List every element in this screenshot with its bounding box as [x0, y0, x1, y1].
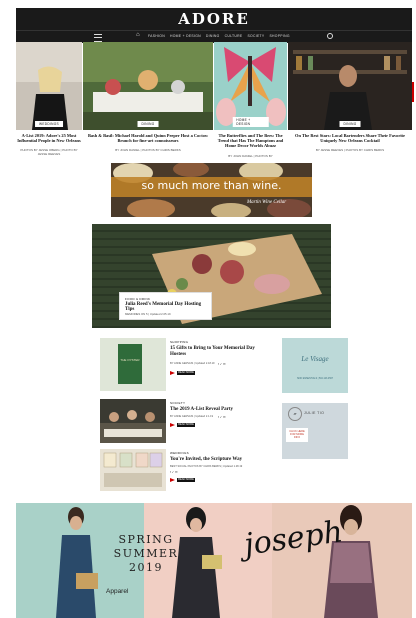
nav-item-fashion[interactable]: FASHION	[148, 34, 165, 38]
article-byline: BEST SOCIAL PHOTOS BY CHRIS BERKS | Upda…	[170, 465, 243, 468]
spring-summer-ad-banner[interactable]: SPRING SUMMER 2019 Apparel joseph	[16, 503, 412, 618]
hero-byline: BY JOHN DANIEL | PHOTOS BY CHRIS BERKS	[115, 148, 181, 152]
article-item[interactable]: THE OYSTER SHOPPING 15 Gifts to Bring to…	[100, 338, 270, 394]
banner-apparel: Apparel	[106, 588, 129, 595]
nav-item-home-design[interactable]: HOME + DESIGN	[170, 34, 201, 38]
banner-line: SUMMER	[113, 547, 179, 560]
article-byline: BY ANNE GERVAIS | Updated 2.18.19	[170, 362, 215, 365]
hero-story-image[interactable]: DINING	[83, 42, 213, 130]
article-byline: BY ANNE GERVAIS | Updated 2.1.19	[170, 415, 214, 418]
hero-title[interactable]: A-List 2019: Adore's 25 Most Influential…	[16, 133, 82, 143]
hero-stories: WEDDINGS DINING HOME + DESIGN DINING A-L…	[16, 42, 412, 158]
search-icon[interactable]	[327, 33, 333, 39]
hero-title[interactable]: The Butterflies and The Bees: The Trend …	[214, 133, 287, 148]
banner-line: SPRING	[118, 533, 174, 546]
side-ad-le-visage[interactable]: Le Visage SKIN ESSENTIALS | 504.123.4567	[282, 338, 348, 393]
scroll-indicator	[412, 82, 414, 102]
hero-badge: HOME + DESIGN	[232, 117, 269, 127]
social-share-icons[interactable]: f ✓ ✉	[218, 415, 226, 419]
julie-tio-name: JULIE TIO	[304, 411, 325, 415]
side-ad-cta[interactable]: CLICK HERE FOR MORE INFO	[286, 428, 308, 442]
article-item[interactable]: SOCIETY The 2019 A-List Reveal Party BY …	[100, 399, 270, 443]
menu-icon[interactable]	[94, 34, 102, 42]
social-share-icons[interactable]: f ✓ ✉	[218, 362, 226, 366]
feature-story[interactable]: FOOD & DRINK Julia Reed's Memorial Day H…	[92, 224, 331, 328]
article-category: SHOPPING	[170, 340, 189, 344]
feature-category: FOOD & DRINK	[125, 297, 151, 301]
read-more-button[interactable]: READ MORE	[177, 423, 195, 427]
hero-badge: DINING	[137, 121, 159, 127]
article-thumbnail[interactable]: THE OYSTER	[100, 338, 166, 391]
side-ad-title: Le Visage	[301, 355, 329, 363]
masthead: ADORE	[16, 8, 412, 30]
side-ad-subtitle: SKIN ESSENTIALS | 504.123.4567	[296, 378, 334, 380]
book-cover: THE OYSTER	[118, 344, 142, 384]
wine-ad-brand: Martin Wine Cellar	[247, 200, 287, 205]
book-title: THE OYSTER	[120, 358, 140, 362]
nav-links: FASHION HOME + DESIGN DINING CULTURE SOC…	[148, 34, 290, 38]
hero-byline: PHOTOS BY JESSE OBERG | PHOTO BY JESSE R…	[20, 148, 78, 156]
article-thumbnail[interactable]	[100, 399, 166, 443]
article-title[interactable]: You're Invited, the Scripture Way	[170, 457, 270, 463]
feature-title[interactable]: Julia Reed's Memorial Day Hosting Tips	[125, 302, 211, 312]
read-more-button[interactable]: READ MORE	[177, 371, 195, 375]
nav-item-society[interactable]: SOCIETY	[247, 34, 264, 38]
hero-badge: WEDDINGS	[35, 121, 63, 127]
wine-ad-banner[interactable]: so much more than wine. Martin Wine Cell…	[111, 163, 312, 217]
page: ADORE ⌂ FASHION HOME + DESIGN DINING CUL…	[16, 8, 412, 618]
nav-item-dining[interactable]: DINING	[206, 34, 220, 38]
home-icon[interactable]: ⌂	[136, 32, 140, 38]
arrow-icon	[170, 371, 175, 375]
article-thumbnail[interactable]	[100, 449, 166, 491]
julie-tio-logo: JT	[288, 407, 302, 421]
arrow-icon	[170, 478, 175, 482]
hero-title[interactable]: On The Rest Stars: Local Bartenders Shar…	[288, 133, 412, 143]
article-category: WEDDINGS	[170, 451, 189, 455]
social-share-icons[interactable]: f ✓ ✉	[170, 470, 178, 474]
nav-item-shopping[interactable]: SHOPPING	[269, 34, 289, 38]
hero-story-image[interactable]: WEDDINGS	[16, 42, 82, 130]
hero-photo	[16, 42, 82, 130]
side-ad-julie-tio[interactable]: JT JULIE TIO CLICK HERE FOR MORE INFO	[282, 403, 348, 459]
article-title[interactable]: The 2019 A-List Reveal Party	[170, 407, 270, 413]
hero-byline: BY JOHN DANIEL | PHOTOS BY	[228, 154, 273, 158]
read-more-button[interactable]: READ MORE	[177, 478, 195, 482]
hero-story-image[interactable]: DINING	[288, 42, 412, 130]
banner-line: 2019	[129, 561, 163, 574]
site-logo[interactable]: ADORE	[16, 10, 412, 28]
banner-headline: SPRING SUMMER 2019	[96, 533, 196, 575]
wine-ad-text: so much more than wine.	[141, 179, 282, 192]
arrow-icon	[170, 423, 175, 427]
hero-title[interactable]: Bash & Basil: Michael Harold and Quinn P…	[83, 133, 213, 143]
hero-badge: DINING	[339, 121, 361, 127]
nav-item-culture[interactable]: CULTURE	[225, 34, 243, 38]
hero-photo	[83, 42, 213, 130]
article-title[interactable]: 15 Gifts to Bring to Your Memorial Day H…	[170, 346, 270, 358]
hero-story-image[interactable]: HOME + DESIGN	[214, 42, 287, 130]
hero-byline: BY JESSE REEVES | PHOTOS BY CHRIS BERKS	[315, 148, 385, 152]
article-item[interactable]: WEDDINGS You're Invited, the Scripture W…	[100, 449, 270, 493]
feature-card[interactable]: FOOD & DRINK Julia Reed's Memorial Day H…	[119, 292, 212, 320]
feature-byline: MEMORIES ON 5 | Updated 2.05.19	[125, 312, 171, 316]
article-category: SOCIETY	[170, 401, 186, 405]
hero-photo	[288, 42, 412, 130]
banner-models	[56, 505, 378, 618]
